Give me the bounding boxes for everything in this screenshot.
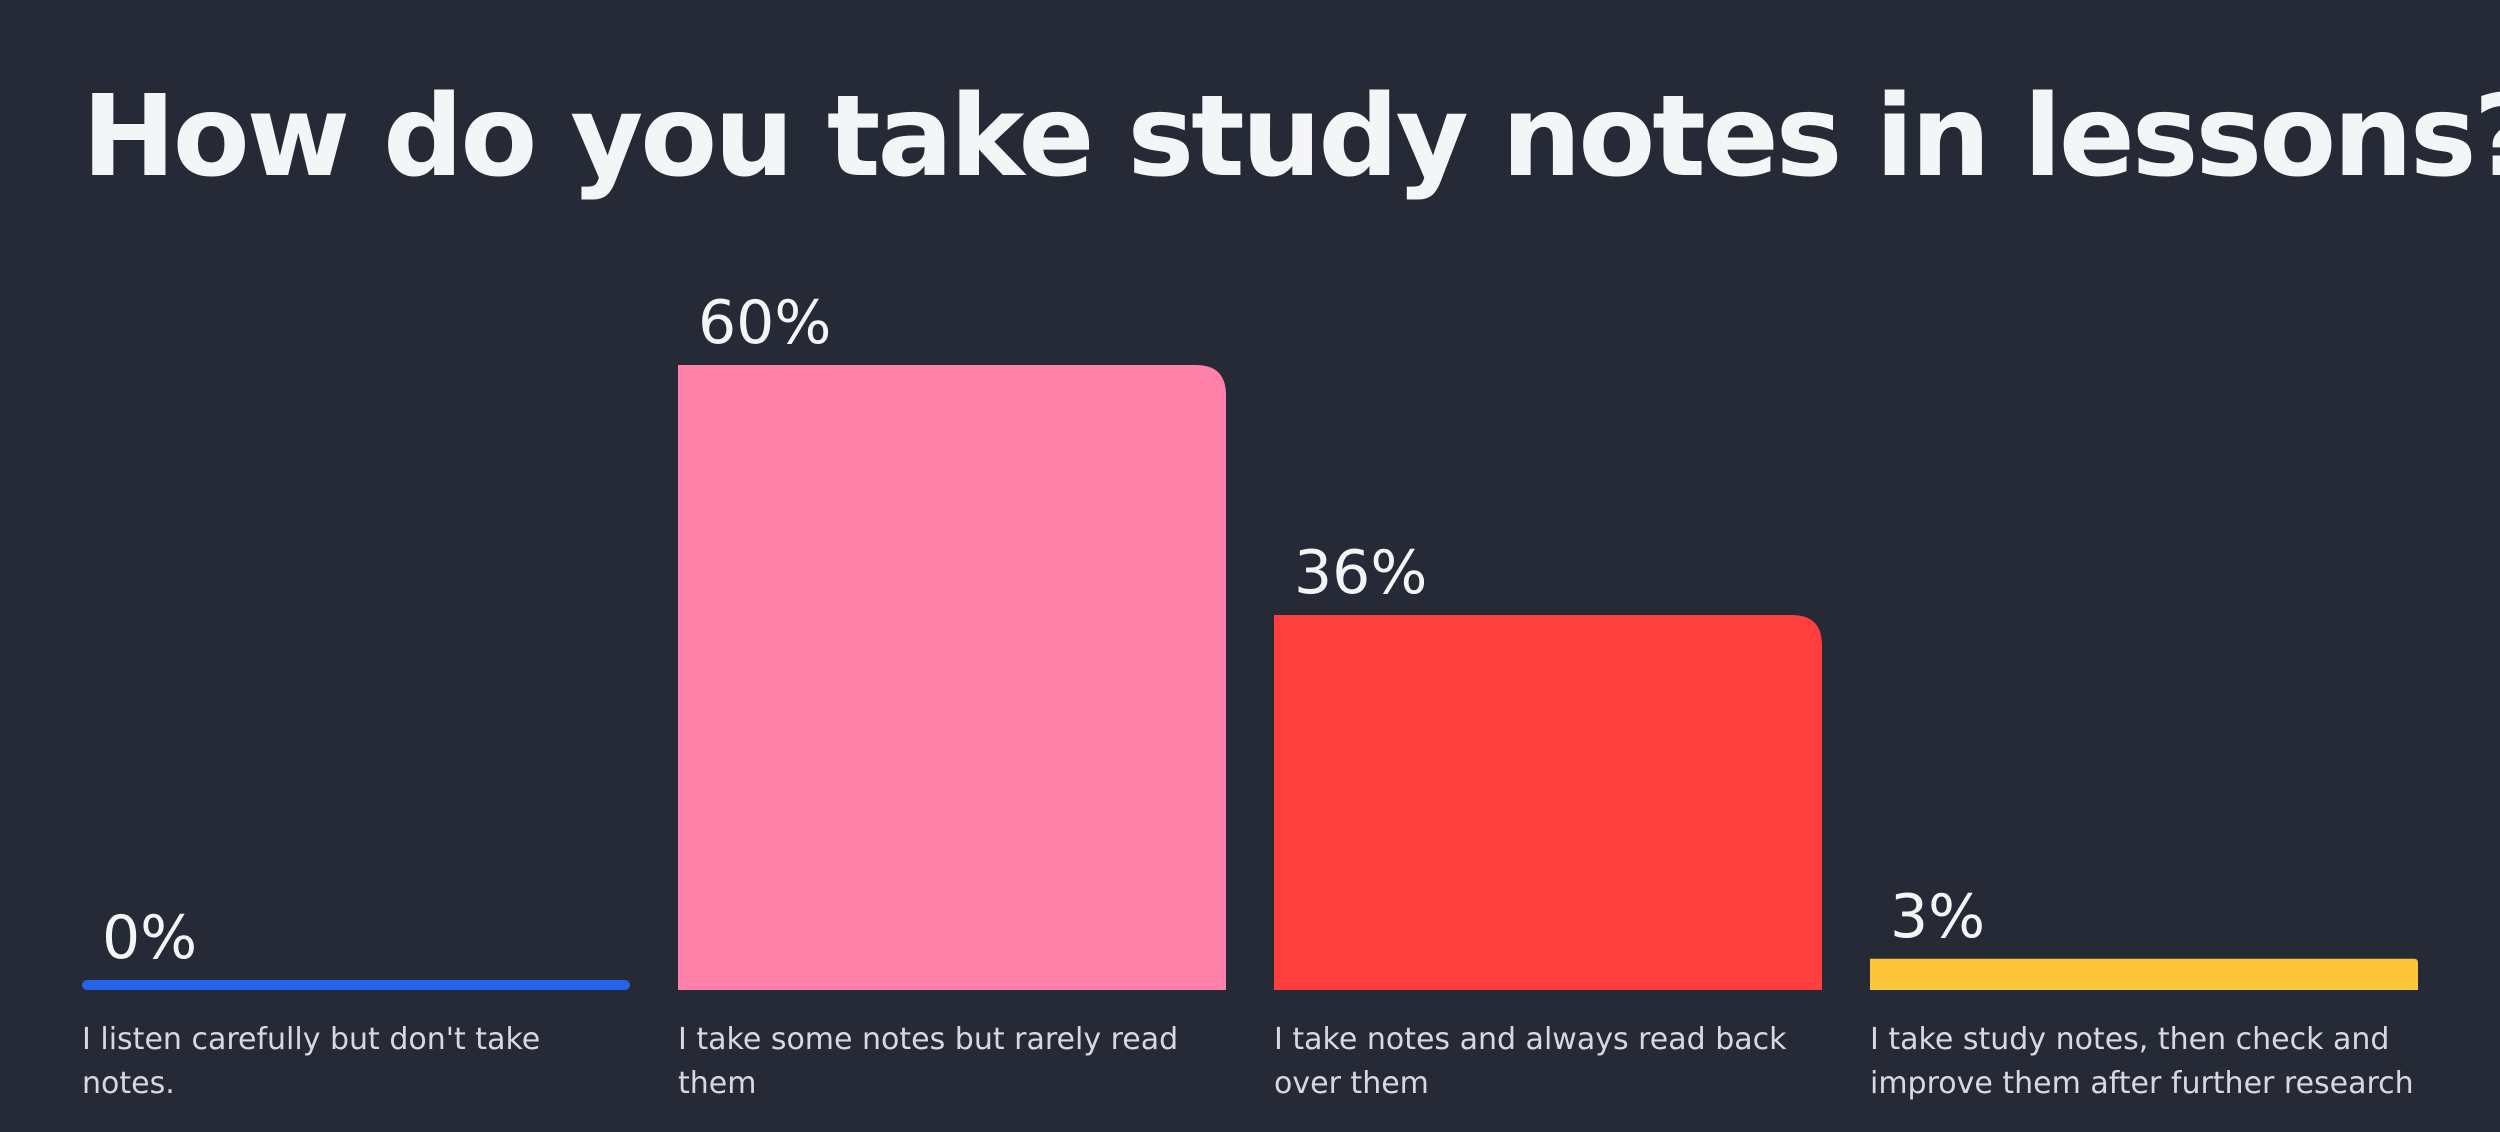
bar-3 [1274,615,1822,990]
category-label-1: I listen carefully but don't take notes. [82,1022,541,1101]
category-label-2: I take some notes but rarely read them [678,1022,1179,1101]
value-label-4: 3% [1890,882,1985,952]
value-label-2: 60% [698,288,831,358]
bar-1 [82,980,630,990]
category-label-4: I take study notes, then check and impro… [1870,1022,2414,1101]
value-label-1: 0% [102,903,197,973]
bar-4 [1870,958,2418,990]
bar-chart: 0% 60% 36% 3% [82,288,2418,990]
value-label-3: 36% [1294,538,1427,608]
bar-2 [678,365,1226,990]
category-label-3: I take notes and always read back over t… [1274,1022,1787,1101]
